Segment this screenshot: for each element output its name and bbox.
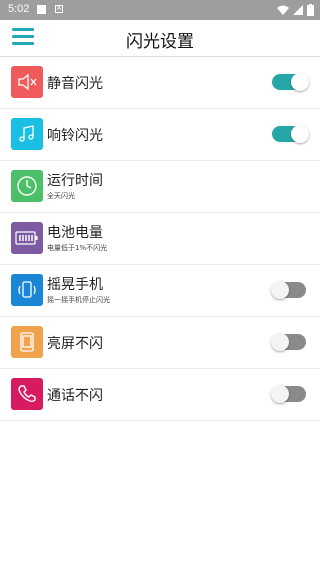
wifi-icon (277, 5, 289, 15)
signal-icon (293, 5, 303, 15)
setting-label: 摇晃手机 (47, 277, 103, 293)
clock-icon (11, 170, 43, 202)
phone-call-icon (11, 378, 43, 410)
setting-label: 响铃闪光 (47, 128, 103, 144)
battery-icon (307, 4, 314, 16)
setting-shake-phone[interactable]: 摇晃手机 摇一摇手机停止闪光 (0, 265, 320, 317)
setting-label: 通话不闪 (47, 388, 103, 404)
setting-battery-level[interactable]: 电池电量 电量低于1%不闪光 (0, 213, 320, 265)
setting-label: 电池电量 (47, 225, 103, 241)
screen-on-toggle[interactable] (271, 333, 308, 351)
setting-run-time[interactable]: 运行时间 全天闪光 (0, 161, 320, 213)
app-header: 闪光设置 (0, 20, 320, 57)
status-bar: 5:02 A (0, 0, 320, 20)
tablet-screen-icon (11, 326, 43, 358)
setting-call-no-flash[interactable]: 通话不闪 (0, 369, 320, 421)
setting-label: 亮屏不闪 (47, 336, 103, 352)
call-no-flash-toggle[interactable] (271, 385, 308, 403)
settings-list: 静音闪光 响铃闪光 运行时间 全天闪光 电池电量 电量低于1%不闪光 摇晃手机 … (0, 57, 320, 421)
a-icon: A (55, 5, 63, 13)
battery-level-icon (11, 222, 43, 254)
shake-phone-toggle[interactable] (271, 281, 308, 299)
setting-ring-flash[interactable]: 响铃闪光 (0, 109, 320, 161)
page-title: 闪光设置 (126, 32, 194, 52)
setting-subtitle: 电量低于1%不闪光 (47, 244, 108, 252)
ring-flash-toggle[interactable] (272, 125, 309, 143)
status-time: 5:02 (8, 3, 30, 15)
silent-flash-toggle[interactable] (272, 73, 309, 91)
setting-label: 静音闪光 (47, 76, 103, 92)
setting-label: 运行时间 (47, 173, 103, 189)
music-note-icon (11, 118, 43, 150)
notification-square-icon (37, 5, 46, 14)
setting-subtitle: 全天闪光 (47, 192, 75, 200)
setting-subtitle: 摇一摇手机停止闪光 (47, 296, 110, 304)
setting-screen-on-no-flash[interactable]: 亮屏不闪 (0, 317, 320, 369)
setting-silent-flash[interactable]: 静音闪光 (0, 57, 320, 109)
mute-speaker-icon (11, 66, 43, 98)
shake-phone-icon (11, 274, 43, 306)
